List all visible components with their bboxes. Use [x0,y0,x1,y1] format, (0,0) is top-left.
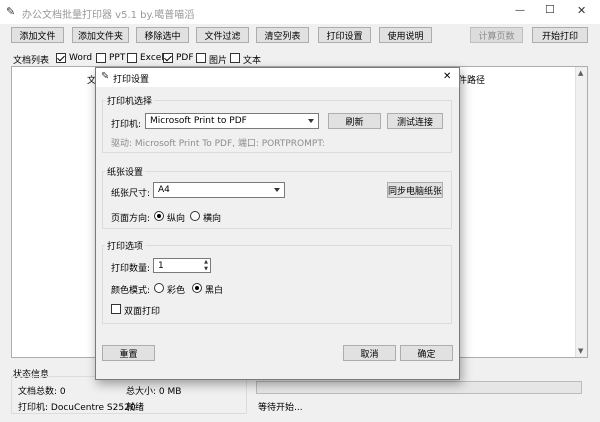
filter-word-checkbox[interactable] [56,53,66,63]
sync-paper-button[interactable]: 同步电脑纸张 [387,182,443,198]
dialog-close-icon[interactable]: ✕ [443,71,451,82]
color-radio[interactable] [154,283,164,293]
progress-bar [256,381,582,394]
paper-size-value: A4 [158,185,170,195]
column-header-path[interactable]: 件路径 [458,73,485,86]
mono-radio[interactable] [192,283,202,293]
remove-selected-button[interactable]: 移除选中 [136,27,189,43]
list-scrollbar[interactable]: ▲ ▼ [575,67,587,357]
window-title: 办公文档批量打印器 v5.1 by.噶普喵滔 [22,10,195,21]
copies-label: 打印数量: [111,264,151,274]
color-label: 彩色 [167,286,186,296]
file-filter-button[interactable]: 文件过滤 [196,27,249,43]
duplex-label: 双面打印 [124,307,161,317]
scroll-up-icon[interactable]: ▲ [578,69,583,77]
print-options-title: 打印选项 [105,239,146,252]
printer-status: 打印机: DocuCentre S2520 [18,403,136,413]
orientation-label: 页面方向: [111,214,151,224]
color-mode-label: 颜色模式: [111,286,151,296]
filter-excel-checkbox[interactable] [127,53,137,63]
filter-pdf-checkbox[interactable] [163,53,173,63]
portrait-label: 纵向 [167,214,186,224]
print-settings-dialog: ✎ 打印设置 ✕ 打印机选择 打印机: Microsoft Print to P… [95,67,460,380]
feather-app-icon: ✎ [6,5,16,18]
filter-word-label: Word [69,53,93,63]
cancel-button[interactable]: 取消 [343,345,396,361]
close-button[interactable]: ✕ [577,4,586,17]
filter-ppt-label: PPT [109,53,126,63]
progress-text: 等待开始... [258,403,303,413]
clear-list-button[interactable]: 清空列表 [256,27,309,43]
filter-ppt-checkbox[interactable] [96,53,106,63]
minimize-button[interactable]: — [515,5,525,16]
start-print-button[interactable]: 开始打印 [532,27,588,43]
filter-image-checkbox[interactable] [196,53,206,63]
total-size: 总大小: 0 MB [126,387,182,397]
count-pages-button[interactable]: 计算页数 [470,27,523,43]
maximize-button[interactable]: ☐ [545,3,555,16]
filter-pdf-label: PDF [176,53,194,63]
paper-section-title: 纸张设置 [105,165,146,178]
ok-button[interactable]: 确定 [400,345,453,361]
filter-excel-label: Excel [140,53,164,63]
test-connection-button[interactable]: 测试连接 [387,113,443,129]
landscape-radio[interactable] [190,211,200,221]
mono-label: 黑白 [205,286,224,296]
refresh-button[interactable]: 刷新 [328,113,381,129]
printer-section-title: 打印机选择 [105,94,155,107]
chevron-down-icon [274,188,280,192]
scroll-down-icon[interactable]: ▼ [578,347,583,355]
chevron-down-icon [308,119,314,123]
spin-up-icon[interactable]: ▲ [204,259,208,265]
add-folder-button[interactable]: 添加文件夹 [72,27,129,43]
copies-value: 1 [158,260,164,271]
dialog-title-bar: ✎ 打印设置 ✕ [96,68,459,87]
doc-count: 文档总数: 0 [18,387,66,397]
spin-down-icon[interactable]: ▼ [204,266,208,272]
paper-size-select[interactable]: A4 [153,182,285,198]
add-file-button[interactable]: 添加文件 [11,27,64,43]
dialog-title: 打印设置 [113,75,150,85]
document-list-label: 文档列表 [13,56,50,66]
duplex-checkbox[interactable] [111,304,121,314]
filter-image-label: 图片 [209,56,228,66]
title-bar: ✎ 办公文档批量打印器 v5.1 by.噶普喵滔 — ☐ ✕ [0,0,600,24]
portrait-radio[interactable] [154,211,164,221]
printer-select-value: Microsoft Print to PDF [150,116,247,126]
filter-text-label: 文本 [243,56,262,66]
paper-size-label: 纸张尺寸: [111,189,151,199]
printer-select[interactable]: Microsoft Print to PDF [145,113,319,129]
feather-dialog-icon: ✎ [101,71,110,82]
filter-text-checkbox[interactable] [230,53,240,63]
driver-info: 驱动: Microsoft Print To PDF, 端口: PORTPROM… [111,139,325,149]
help-button[interactable]: 使用说明 [379,27,432,43]
print-settings-button[interactable]: 打印设置 [318,27,371,43]
copies-spinbox[interactable]: 1 ▲ ▼ [153,258,211,273]
ready-status: 就绪 [126,403,145,413]
paper-section [102,171,452,229]
reset-button[interactable]: 重置 [102,345,155,361]
printer-label: 打印机: [111,120,142,130]
landscape-label: 横向 [203,214,222,224]
